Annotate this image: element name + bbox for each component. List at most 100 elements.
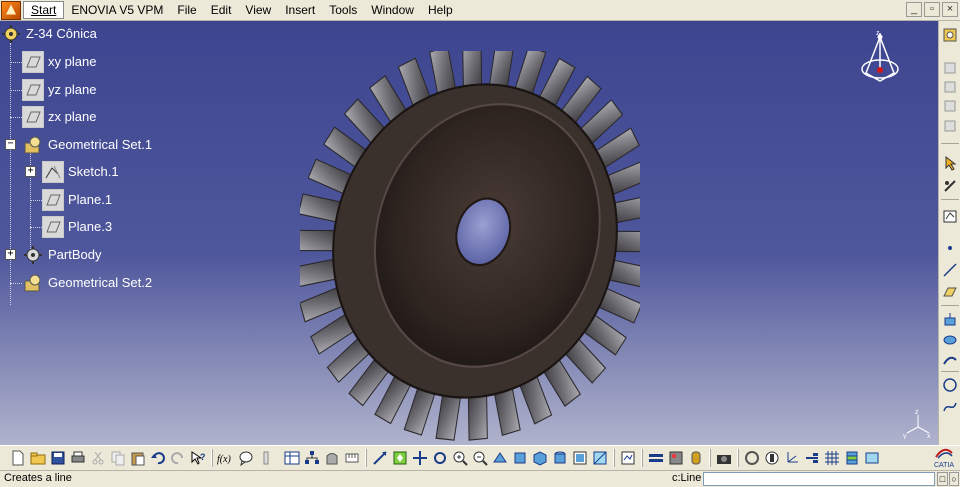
sketcher-icon[interactable]	[941, 177, 959, 195]
partbody-icon	[22, 244, 44, 266]
render-icon[interactable]	[618, 449, 637, 468]
measure-icon[interactable]	[342, 449, 361, 468]
minimize-icon[interactable]: _	[906, 2, 922, 17]
paste-icon[interactable]	[128, 449, 147, 468]
close-icon[interactable]: ×	[942, 2, 958, 17]
spline-icon[interactable]	[941, 398, 959, 416]
bevel-gear-model[interactable]	[300, 51, 640, 441]
menu-file[interactable]: File	[170, 1, 203, 20]
expand-icon[interactable]: +	[25, 166, 36, 177]
start-menu[interactable]: Start	[23, 1, 65, 19]
hide-show-icon[interactable]	[570, 449, 589, 468]
status-bar: Creates a line c:Line □ ○	[0, 470, 960, 487]
tree-connector	[10, 117, 22, 118]
menu-window[interactable]: Window	[364, 1, 421, 20]
sweep-icon[interactable]	[941, 351, 959, 369]
revolve-icon[interactable]	[941, 331, 959, 349]
plane-icon	[42, 216, 64, 238]
catalog-icon[interactable]	[941, 97, 959, 115]
isolate-icon[interactable]	[941, 26, 959, 44]
formula-icon[interactable]: f(x)	[216, 449, 235, 468]
menu-help[interactable]: Help	[421, 1, 460, 20]
tree-item-plane-1[interactable]: Plane.1	[42, 189, 116, 211]
tree-connector	[10, 90, 22, 91]
point-icon[interactable]	[941, 239, 959, 257]
tree-item-geometrical-set-2[interactable]: Geometrical Set.2	[22, 272, 156, 294]
lighting-icon[interactable]	[646, 449, 665, 468]
zoom-out-icon[interactable]	[470, 449, 489, 468]
axis-icon[interactable]	[782, 449, 801, 468]
copy-icon[interactable]	[108, 449, 127, 468]
parameter-icon[interactable]	[256, 449, 275, 468]
table-icon[interactable]	[282, 449, 301, 468]
normal-view-icon[interactable]	[490, 449, 509, 468]
restore-icon[interactable]: ▫	[924, 2, 940, 17]
right-toolbar	[938, 21, 960, 445]
compass-icon[interactable]: z	[858, 29, 904, 91]
tree-item-plane-3[interactable]: Plane.3	[42, 216, 116, 238]
stop-icon[interactable]: □	[937, 472, 948, 486]
undo-icon[interactable]	[148, 449, 167, 468]
fly-icon[interactable]	[370, 449, 389, 468]
open-icon[interactable]	[28, 449, 47, 468]
link-icon[interactable]	[742, 449, 761, 468]
shading-icon[interactable]	[550, 449, 569, 468]
command-input[interactable]	[703, 472, 935, 486]
tree-item-xy-plane[interactable]: xy plane	[22, 51, 100, 73]
collapse-icon[interactable]: −	[5, 139, 16, 150]
sketch-icon[interactable]	[941, 207, 959, 225]
menu-tools[interactable]: Tools	[322, 1, 364, 20]
snapshot-icon[interactable]	[686, 449, 705, 468]
menu-edit[interactable]: Edit	[204, 1, 239, 20]
tree-label-partbody: PartBody	[48, 247, 102, 262]
pan-icon[interactable]	[410, 449, 429, 468]
knowledge-icon[interactable]	[236, 449, 255, 468]
swap-space-icon[interactable]	[590, 449, 609, 468]
select-icon[interactable]	[941, 154, 959, 172]
expand-icon[interactable]: +	[5, 249, 16, 260]
tree-item-zx-plane[interactable]: zx plane	[22, 106, 100, 128]
menu-view[interactable]: View	[238, 1, 278, 20]
filter-icon[interactable]	[862, 449, 881, 468]
tree-item-partbody[interactable]: PartBody	[22, 244, 105, 266]
tree-item-yz-plane[interactable]: yz plane	[22, 79, 100, 101]
capture-icon[interactable]	[322, 449, 341, 468]
hand-icon[interactable]	[762, 449, 781, 468]
save-icon[interactable]	[48, 449, 67, 468]
tree-item-sketch-1[interactable]: Sketch.1	[42, 161, 123, 183]
rotate-icon[interactable]	[430, 449, 449, 468]
catalog-icon[interactable]	[941, 117, 959, 135]
tree-icon[interactable]	[802, 449, 821, 468]
new-icon[interactable]	[8, 449, 27, 468]
tree-label-root: Z-34 Cônica	[26, 26, 97, 41]
search-icon[interactable]: ○	[949, 472, 959, 486]
print-icon[interactable]	[68, 449, 87, 468]
tree-label-yz-plane: yz plane	[48, 82, 97, 97]
3d-viewport[interactable]: Z-34 Cônica xy plane yz plane zx plane −…	[0, 21, 938, 445]
menu-insert[interactable]: Insert	[278, 1, 322, 20]
tree-label-xy-plane: xy plane	[48, 54, 97, 69]
catalog-icon[interactable]	[941, 78, 959, 96]
menu-enovia[interactable]: ENOVIA V5 VPM	[64, 1, 170, 20]
multi-view-icon[interactable]	[530, 449, 549, 468]
plane-icon[interactable]	[941, 283, 959, 301]
material-icon[interactable]	[666, 449, 685, 468]
catia-app-icon[interactable]	[1, 0, 21, 20]
line-icon[interactable]	[941, 261, 959, 279]
redo-icon[interactable]	[168, 449, 187, 468]
layer-icon[interactable]	[842, 449, 861, 468]
svg-text:f(x): f(x)	[217, 454, 232, 465]
hierarchy-icon[interactable]	[302, 449, 321, 468]
whats-this-icon[interactable]: ?	[188, 449, 207, 468]
tree-item-root[interactable]: Z-34 Cônica	[0, 23, 101, 45]
iso-view-icon[interactable]	[510, 449, 529, 468]
extrude-icon[interactable]	[941, 311, 959, 329]
cut-icon[interactable]	[88, 449, 107, 468]
grid-icon[interactable]	[822, 449, 841, 468]
zoom-in-icon[interactable]	[450, 449, 469, 468]
fit-all-icon[interactable]	[390, 449, 409, 468]
camera-icon[interactable]	[714, 449, 733, 468]
tree-item-geometrical-set-1[interactable]: Geometrical Set.1	[22, 134, 156, 156]
part-design-icon[interactable]	[941, 59, 959, 77]
circle-icon[interactable]	[941, 376, 959, 394]
